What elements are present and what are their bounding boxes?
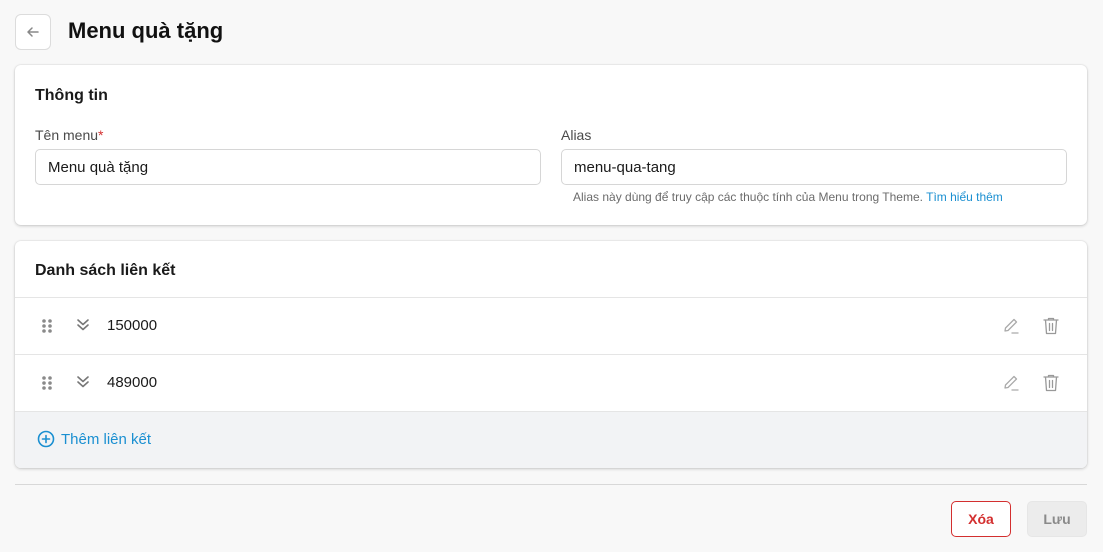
edit-icon[interactable]: [1001, 373, 1021, 393]
drag-handle-icon[interactable]: [41, 318, 53, 334]
menu-name-label: Tên menu*: [35, 127, 104, 143]
trash-icon[interactable]: [1042, 373, 1060, 393]
alias-input[interactable]: [561, 149, 1067, 185]
required-mark: *: [98, 127, 104, 143]
back-button[interactable]: [15, 14, 51, 50]
alias-label: Alias: [561, 127, 592, 143]
back-arrow-icon: [27, 27, 39, 37]
add-link-label: Thêm liên kết: [61, 430, 152, 448]
footer-divider: [15, 484, 1087, 485]
save-button[interactable]: Lưu: [1027, 501, 1087, 537]
link-row: 489000: [15, 355, 1087, 412]
plus-circle-icon: [37, 430, 55, 448]
link-row: 150000: [15, 298, 1087, 355]
edit-icon[interactable]: [1001, 316, 1021, 336]
trash-icon[interactable]: [1042, 316, 1060, 336]
links-card: Danh sách liên kết 150000 489000 Thêm li…: [15, 241, 1087, 468]
info-card: Thông tin Tên menu* Alias Alias này dùng…: [15, 65, 1087, 225]
menu-name-input[interactable]: [35, 149, 541, 185]
chevron-double-down-icon[interactable]: [76, 318, 90, 332]
add-link-button[interactable]: Thêm liên kết: [37, 430, 151, 448]
link-label: 150000: [107, 317, 158, 334]
links-card-title: Danh sách liên kết: [35, 262, 176, 279]
drag-handle-icon[interactable]: [41, 375, 53, 391]
alias-hint: Alias này dùng để truy cập các thuộc tín…: [573, 190, 1003, 204]
info-card-title: Thông tin: [35, 87, 108, 104]
chevron-double-down-icon[interactable]: [76, 375, 90, 389]
page-title: Menu quà tặng: [68, 18, 224, 43]
delete-button[interactable]: Xóa: [951, 501, 1011, 537]
link-label: 489000: [107, 374, 158, 391]
learn-more-link[interactable]: Tìm hiểu thêm: [926, 190, 1003, 204]
add-link-area: Thêm liên kết: [15, 412, 1087, 468]
